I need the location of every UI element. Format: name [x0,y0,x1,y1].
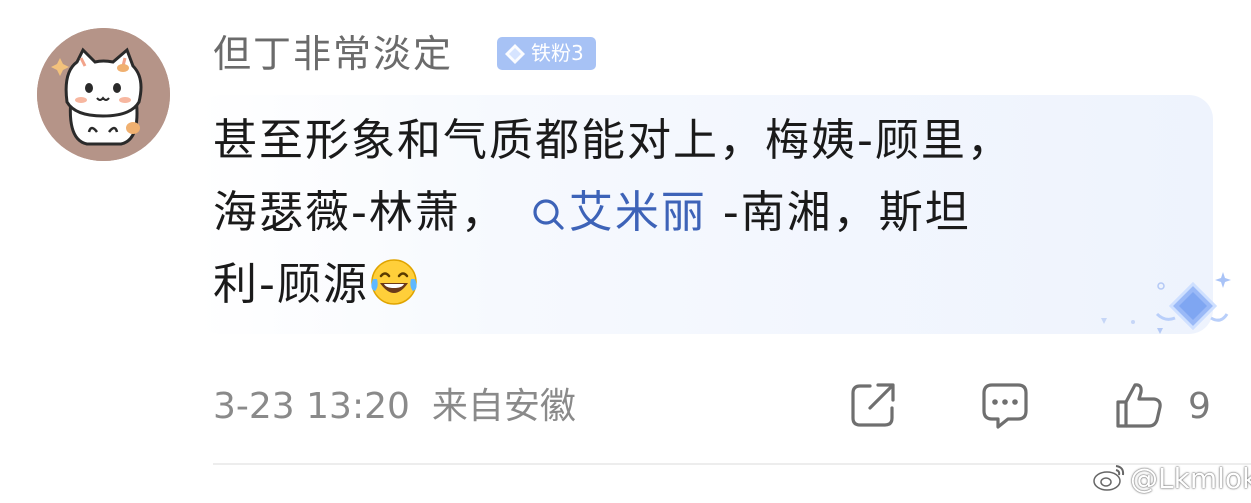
comment-line-2-prefix: 海瑟薇-林萧， [213,187,507,238]
comment-line-2-suffix: -南湘，斯坦 [706,187,971,238]
laughing-tears-emoji-icon [371,259,417,305]
diamond-decoration-icon [1101,272,1231,334]
cat-avatar-icon [37,28,170,161]
comment-line-1: 甚至形象和气质都能对上，梅姨-顾里， [213,115,1013,166]
watermark-text: @Lkmlok [1130,462,1251,495]
avatar[interactable] [37,28,170,161]
search-link[interactable]: 艾米丽 [507,187,707,238]
comment-icon[interactable] [980,380,1030,430]
search-icon [533,199,564,230]
comment-time: 3-23 13:20 [213,386,410,427]
diamond-icon [505,44,525,64]
like-count: 9 [1188,386,1211,427]
share-icon[interactable] [848,380,898,430]
username[interactable]: 但丁非常淡定 [213,28,453,80]
weibo-logo-icon [1093,465,1125,491]
watermark: @Lkmlok [1092,462,1251,496]
comment-line-3: 利-顾源 [213,259,369,310]
thumbs-up-icon[interactable] [1114,380,1164,430]
search-link-label: 艾米丽 [568,187,707,238]
comment-location: 来自安徽 [431,386,576,427]
fan-badge[interactable]: 铁粉3 [497,37,596,70]
comment-body: 甚至形象和气质都能对上，梅姨-顾里， 海瑟薇-林萧， 艾米丽 -南湘，斯坦 利-顾… [213,105,1143,321]
comment-meta: 3-23 13:20 来自安徽 [213,383,576,431]
badge-label: 铁粉3 [531,41,584,65]
